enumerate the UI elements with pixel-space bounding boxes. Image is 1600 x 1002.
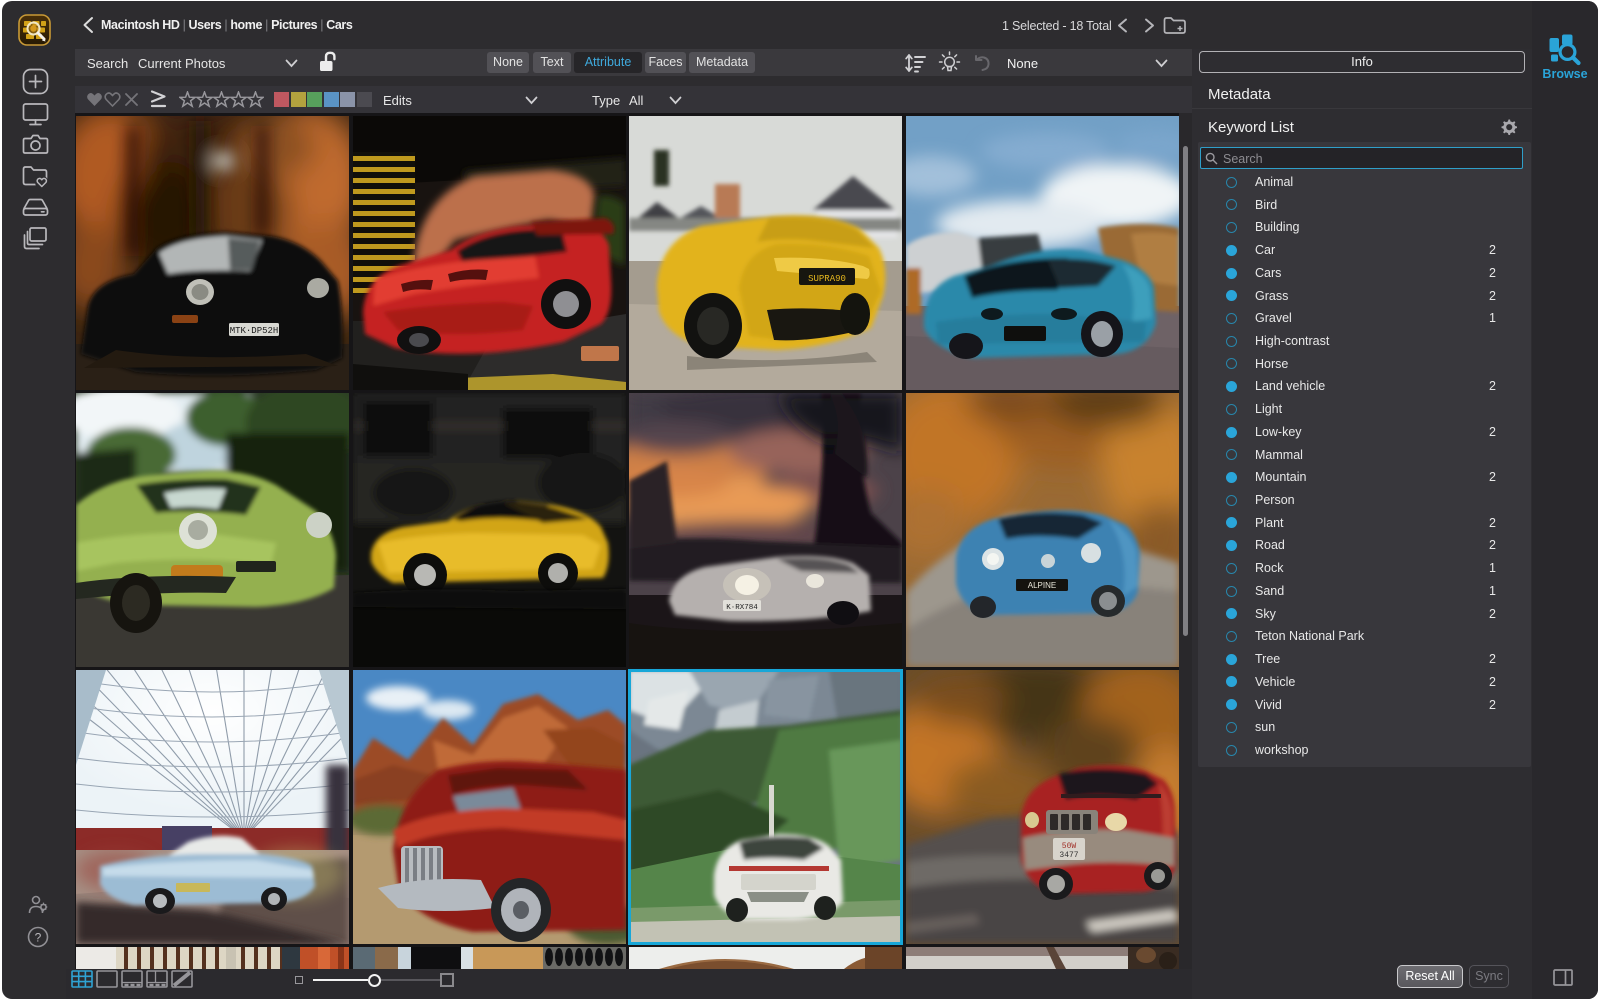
- svg-text:3477: 3477: [1059, 851, 1078, 860]
- svg-text:K·RX784: K·RX784: [726, 604, 758, 612]
- svg-text:SUPRA90: SUPRA90: [808, 274, 846, 284]
- svg-text:?: ?: [35, 931, 42, 945]
- svg-text:ALPINE: ALPINE: [1027, 581, 1055, 590]
- svg-text:MTK·DP52H: MTK·DP52H: [230, 326, 279, 336]
- svg-text:50W: 50W: [1061, 842, 1076, 851]
